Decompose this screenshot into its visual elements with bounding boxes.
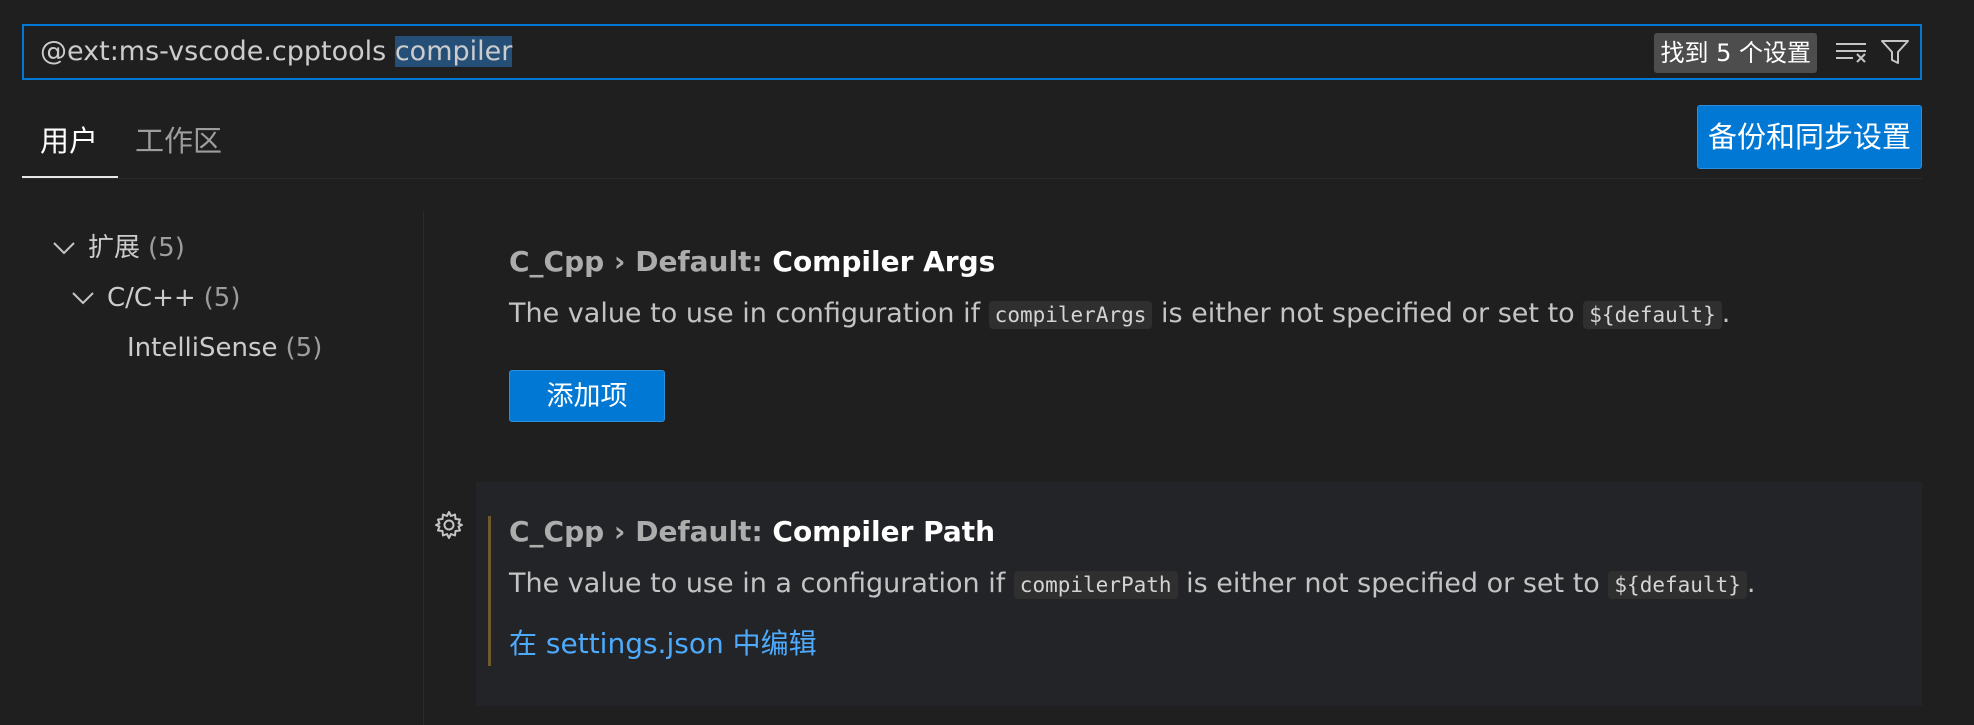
desc-text: . bbox=[1746, 568, 1756, 599]
toc-item-intellisense[interactable]: IntelliSense (5) bbox=[127, 328, 322, 368]
tabs-divider bbox=[22, 178, 1922, 179]
settings-editor: @ext:ms-vscode.cpptools compiler 找到 5 个设… bbox=[0, 0, 1974, 725]
setting-description: The value to use in configuration if com… bbox=[509, 294, 1730, 335]
setting-title: C_Cpp › Default: Compiler Path bbox=[509, 512, 995, 552]
edit-in-settings-json-link[interactable]: 在 settings.json 中编辑 bbox=[509, 624, 817, 664]
toc-item-count: (5) bbox=[285, 333, 323, 363]
toc-item-label: 扩展 bbox=[88, 233, 141, 263]
modified-indicator bbox=[488, 516, 491, 666]
tab-workspace[interactable]: 工作区 bbox=[135, 118, 222, 164]
desc-text: The value to use in a configuration if bbox=[509, 568, 1014, 599]
clear-filter-icon[interactable] bbox=[1834, 37, 1868, 67]
search-query-highlight: compiler bbox=[394, 36, 513, 67]
chevron-down-icon bbox=[50, 234, 78, 262]
search-query-prefix: @ext:ms-vscode.cpptools bbox=[40, 36, 395, 67]
toc-item-cpp[interactable]: C/C++ (5) bbox=[69, 278, 240, 318]
setting-name: Compiler Path bbox=[772, 515, 996, 548]
filter-icon[interactable] bbox=[1878, 37, 1912, 67]
search-input[interactable]: @ext:ms-vscode.cpptools compiler bbox=[40, 26, 513, 78]
settings-toc: 扩展 (5) C/C++ (5) IntelliSense (5) bbox=[0, 212, 424, 725]
active-tab-indicator bbox=[22, 176, 118, 178]
setting-description: The value to use in a configuration if c… bbox=[509, 564, 1755, 605]
setting-name: Compiler Args bbox=[772, 245, 996, 278]
toc-item-extensions[interactable]: 扩展 (5) bbox=[50, 228, 185, 268]
desc-text: is either not specified or set to bbox=[1152, 298, 1584, 329]
desc-code: ${default} bbox=[1608, 571, 1747, 599]
backup-sync-button[interactable]: 备份和同步设置 bbox=[1696, 105, 1922, 169]
toc-item-label: IntelliSense bbox=[127, 333, 278, 363]
tab-user[interactable]: 用户 bbox=[40, 118, 98, 164]
add-item-button[interactable]: 添加项 bbox=[509, 370, 665, 422]
chevron-down-icon bbox=[69, 284, 97, 312]
desc-code: compilerArgs bbox=[988, 301, 1153, 329]
gear-icon[interactable] bbox=[432, 508, 466, 542]
toc-item-count: (5) bbox=[203, 283, 241, 313]
setting-category: C_Cpp › Default: bbox=[509, 245, 773, 278]
desc-code: compilerPath bbox=[1013, 571, 1178, 599]
search-result-count: 找到 5 个设置 bbox=[1654, 33, 1817, 73]
toc-item-label: C/C++ bbox=[107, 283, 196, 313]
toc-item-count: (5) bbox=[148, 233, 185, 263]
desc-code: ${default} bbox=[1583, 301, 1722, 329]
setting-title: C_Cpp › Default: Compiler Args bbox=[509, 242, 995, 282]
toc-divider bbox=[423, 212, 424, 725]
desc-text: . bbox=[1721, 298, 1731, 329]
desc-text: The value to use in configuration if bbox=[509, 298, 989, 329]
setting-compiler-args: C_Cpp › Default: Compiler Args The value… bbox=[476, 228, 1922, 448]
setting-category: C_Cpp › Default: bbox=[509, 515, 773, 548]
desc-text: is either not specified or set to bbox=[1177, 568, 1609, 599]
setting-compiler-path: C_Cpp › Default: Compiler Path The value… bbox=[435, 482, 1922, 706]
settings-search-box[interactable]: @ext:ms-vscode.cpptools compiler 找到 5 个设… bbox=[22, 24, 1922, 80]
